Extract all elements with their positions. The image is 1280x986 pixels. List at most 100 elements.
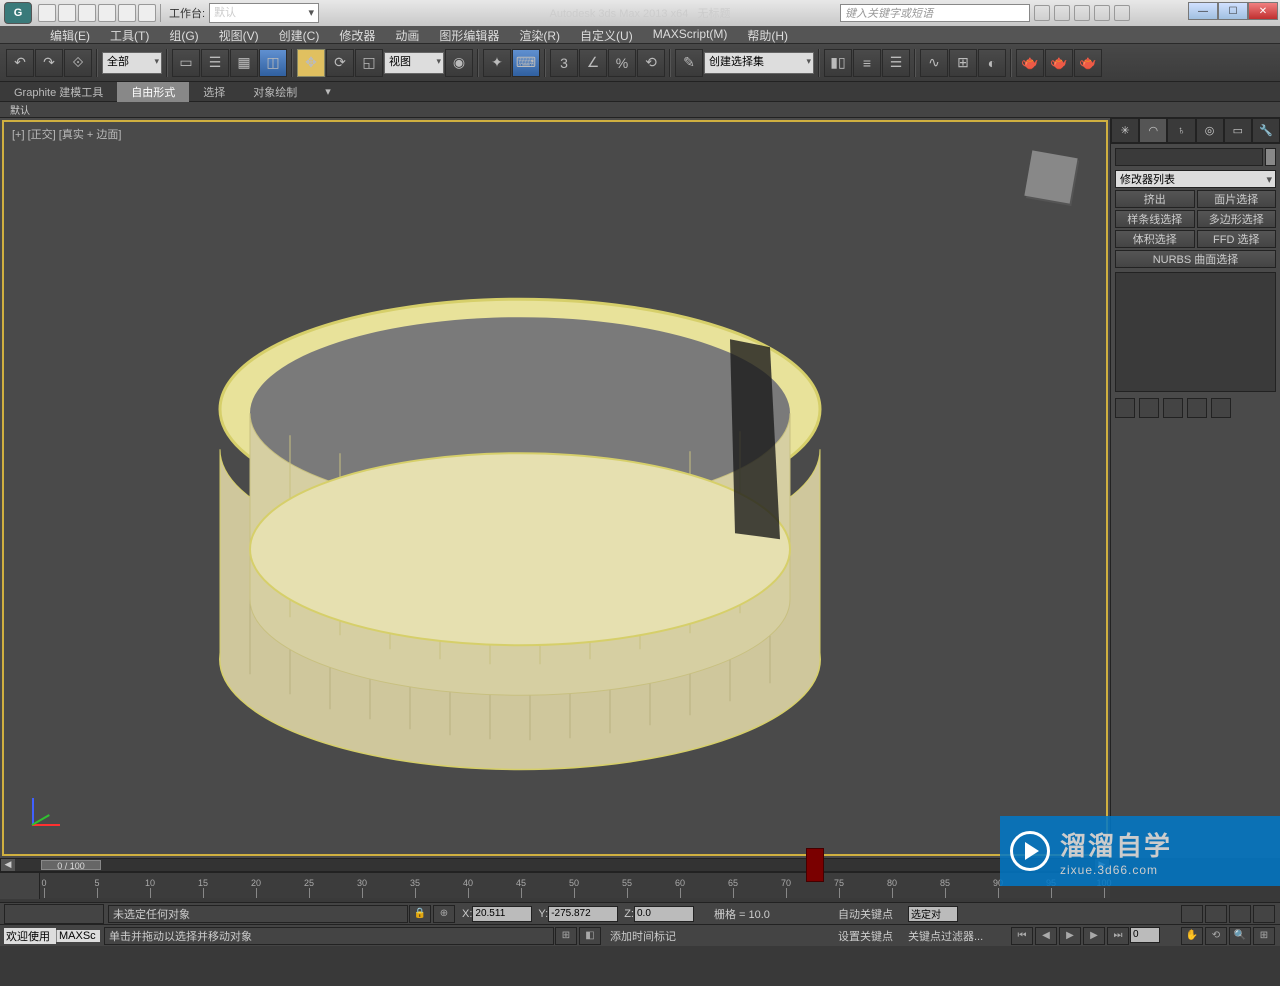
display-tab-icon[interactable]: ▭ xyxy=(1224,118,1252,143)
ribbon-tab-freeform[interactable]: 自由形式 xyxy=(117,82,189,102)
menu-graph[interactable]: 图形编辑器 xyxy=(429,26,509,43)
modify-tab-icon[interactable]: ◠ xyxy=(1139,118,1167,143)
schematic-view-icon[interactable]: ⊞ xyxy=(949,49,977,77)
select-object-icon[interactable]: ▭ xyxy=(172,49,200,77)
menu-help[interactable]: 帮助(H) xyxy=(737,26,798,43)
edit-named-sel-icon[interactable]: ✎ xyxy=(675,49,703,77)
z-input[interactable] xyxy=(634,906,694,922)
btn-spline-select[interactable]: 样条线选择 xyxy=(1115,210,1195,228)
selected-input[interactable] xyxy=(908,906,958,922)
ref-coord-combo[interactable]: 视图 xyxy=(384,52,444,74)
btn-mesh-select[interactable]: 面片选择 xyxy=(1197,190,1277,208)
setkey-button[interactable]: 设置关键点 xyxy=(838,928,893,944)
layer-icon[interactable]: ☰ xyxy=(882,49,910,77)
help-icon[interactable] xyxy=(1094,5,1110,21)
menu-animation[interactable]: 动画 xyxy=(385,26,429,43)
dropdown-icon[interactable] xyxy=(1114,5,1130,21)
curve-editor-icon[interactable]: ∿ xyxy=(920,49,948,77)
manipulate-icon[interactable]: ✦ xyxy=(483,49,511,77)
time-ruler[interactable]: 0510152025303540455055606570758085909510… xyxy=(0,872,1110,898)
play-icon[interactable]: ▶ xyxy=(1059,927,1081,945)
scale-icon[interactable]: ◱ xyxy=(355,49,383,77)
rotate-icon[interactable]: ⟳ xyxy=(326,49,354,77)
create-tab-icon[interactable]: ✳ xyxy=(1111,118,1139,143)
absolute-mode-icon[interactable]: ⊕ xyxy=(433,905,455,923)
autokey-button[interactable]: 自动关键点 xyxy=(838,906,893,922)
orbit-icon[interactable]: ⟲ xyxy=(1205,927,1227,945)
max-viewport-icon[interactable]: ⊞ xyxy=(1253,927,1275,945)
undo-icon[interactable]: ↶ xyxy=(6,49,34,77)
menu-edit[interactable]: 编辑(E) xyxy=(40,26,100,43)
comm-center-icon[interactable]: ⊞ xyxy=(555,927,577,945)
nav-4-icon[interactable] xyxy=(1253,905,1275,923)
qat-redo-icon[interactable] xyxy=(118,4,136,22)
ribbon-tab-paint[interactable]: 对象绘制 xyxy=(239,82,311,102)
motion-tab-icon[interactable]: ◎ xyxy=(1196,118,1224,143)
spinner-snap-icon[interactable]: ⟲ xyxy=(637,49,665,77)
keyfilter-button[interactable]: 关键点过滤器... xyxy=(908,928,983,944)
minimize-button[interactable]: — xyxy=(1188,2,1218,20)
render-setup-icon[interactable]: 🫖 xyxy=(1016,49,1044,77)
link-icon[interactable]: ⟐ xyxy=(64,49,92,77)
goto-end-icon[interactable]: ⏭ xyxy=(1107,927,1129,945)
menu-tools[interactable]: 工具(T) xyxy=(100,26,159,43)
material-editor-icon[interactable]: ◐ xyxy=(978,49,1006,77)
add-time-tag[interactable]: 添加时间标记 xyxy=(610,928,676,944)
close-button[interactable]: ✕ xyxy=(1248,2,1278,20)
time-slider[interactable]: ◀ 0 / 100 ▶ xyxy=(0,858,1110,872)
btn-ffd-select[interactable]: FFD 选择 xyxy=(1197,230,1277,248)
exchange-icon[interactable] xyxy=(1054,5,1070,21)
hierarchy-tab-icon[interactable]: ♄ xyxy=(1167,118,1195,143)
zoom-icon[interactable]: 🔍 xyxy=(1229,927,1251,945)
ribbon-tab-graphite[interactable]: Graphite 建模工具 xyxy=(0,82,117,102)
x-input[interactable] xyxy=(472,906,532,922)
percent-snap-icon[interactable]: % xyxy=(608,49,636,77)
qat-new-icon[interactable] xyxy=(38,4,56,22)
time-slider-handle[interactable]: 0 / 100 xyxy=(41,860,101,870)
utilities-tab-icon[interactable]: 🔧 xyxy=(1252,118,1280,143)
y-input[interactable] xyxy=(548,906,618,922)
nav-1-icon[interactable] xyxy=(1181,905,1203,923)
window-crossing-icon[interactable]: ◫ xyxy=(259,49,287,77)
render-icon[interactable]: 🫖 xyxy=(1074,49,1102,77)
prev-key-icon[interactable]: ◀ xyxy=(1035,927,1057,945)
configure-sets-icon[interactable] xyxy=(1211,398,1231,418)
isolate-icon[interactable]: ◧ xyxy=(579,927,601,945)
btn-extrude[interactable]: 挤出 xyxy=(1115,190,1195,208)
modifier-list-combo[interactable]: 修改器列表 xyxy=(1115,170,1276,188)
qat-link-icon[interactable] xyxy=(138,4,156,22)
current-frame-input[interactable] xyxy=(1130,927,1160,943)
pan-icon[interactable]: ✋ xyxy=(1181,927,1203,945)
menu-views[interactable]: 视图(V) xyxy=(209,26,269,43)
viewport[interactable]: [+] [正交] [真实 + 边面] xyxy=(2,120,1108,856)
make-unique-icon[interactable] xyxy=(1163,398,1183,418)
lock-selection-icon[interactable]: 🔒 xyxy=(409,905,431,923)
qat-save-icon[interactable] xyxy=(78,4,96,22)
ribbon-expand-icon[interactable]: ▾ xyxy=(311,82,345,102)
btn-vol-select[interactable]: 体积选择 xyxy=(1115,230,1195,248)
viewcube[interactable] xyxy=(1016,142,1086,212)
menu-create[interactable]: 创建(C) xyxy=(269,26,330,43)
align-icon[interactable]: ≡ xyxy=(853,49,881,77)
render-frame-icon[interactable]: 🫖 xyxy=(1045,49,1073,77)
select-name-icon[interactable]: ☰ xyxy=(201,49,229,77)
maxscript-tab[interactable]: MAXSc xyxy=(56,930,100,942)
viewport-label[interactable]: [+] [正交] [真实 + 边面] xyxy=(12,126,121,142)
ribbon-tab-selection[interactable]: 选择 xyxy=(189,82,239,102)
nav-3-icon[interactable] xyxy=(1229,905,1251,923)
btn-nurbs-select[interactable]: NURBS 曲面选择 xyxy=(1115,250,1276,268)
goto-start-icon[interactable]: ⏮ xyxy=(1011,927,1033,945)
scene-object[interactable] xyxy=(170,219,870,779)
modifier-stack[interactable] xyxy=(1115,272,1276,392)
subscription-icon[interactable] xyxy=(1034,5,1050,21)
ribbon-sub-default[interactable]: 默认 xyxy=(0,102,40,117)
mirror-icon[interactable]: ▮▯ xyxy=(824,49,852,77)
object-color-swatch[interactable] xyxy=(1265,148,1276,166)
favorite-icon[interactable] xyxy=(1074,5,1090,21)
redo-icon[interactable]: ↷ xyxy=(35,49,63,77)
menu-render[interactable]: 渲染(R) xyxy=(509,26,570,43)
select-region-icon[interactable]: ▦ xyxy=(230,49,258,77)
snap-toggle-icon[interactable]: 3 xyxy=(550,49,578,77)
search-input[interactable]: 键入关键字或短语 xyxy=(840,4,1030,22)
menu-custom[interactable]: 自定义(U) xyxy=(570,26,643,43)
